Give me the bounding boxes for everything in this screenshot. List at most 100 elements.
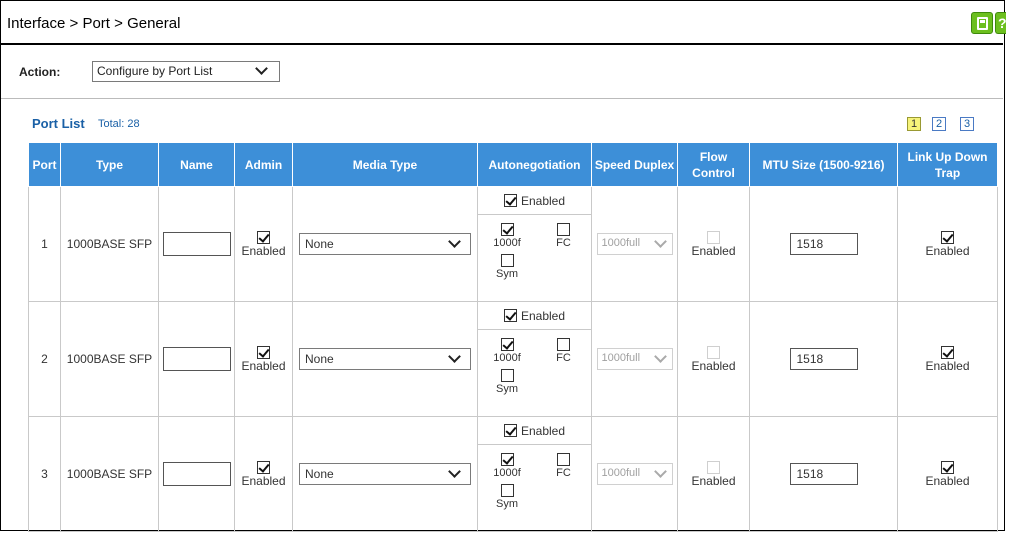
- speed-cell: 1000full: [591, 301, 678, 417]
- action-bar: Action: Configure by Port List: [1, 47, 1003, 97]
- link-trap-checkbox[interactable]: [941, 346, 954, 360]
- admin-checkbox[interactable]: [257, 461, 270, 475]
- mtu-cell: 1518: [749, 416, 898, 532]
- cap-1000f-checkbox[interactable]: [500, 453, 514, 466]
- autoneg-checkbox[interactable]: [503, 309, 517, 322]
- col-port: Port: [28, 142, 61, 187]
- cap-fc-label: FC: [556, 352, 571, 364]
- port-list-title: Port List: [32, 116, 85, 131]
- link-trap-checkbox[interactable]: [941, 231, 954, 245]
- chevron-down-icon: [448, 350, 461, 363]
- flow-cell: Enabled: [677, 416, 750, 532]
- port-type: 1000BASE SFP: [60, 186, 159, 302]
- link-trap-label: Enabled: [925, 244, 970, 259]
- flow-control-checkbox[interactable]: [707, 461, 720, 475]
- page-link-3[interactable]: 3: [960, 117, 974, 131]
- cap-fc-label: FC: [556, 467, 571, 479]
- autoneg-label: Enabled: [520, 193, 566, 208]
- port-name-input[interactable]: [162, 462, 231, 486]
- speed-duplex-value: 1000full: [601, 237, 641, 249]
- speed-duplex-value: 1000full: [601, 467, 641, 479]
- admin-label: Enabled: [241, 359, 286, 374]
- speed-duplex-select[interactable]: 1000full: [596, 233, 673, 255]
- col-autonegotiation: Autonegotiation: [477, 142, 592, 187]
- table-header-row: Port Type Name Admin Media Type Autonego…: [28, 142, 998, 187]
- mtu-input[interactable]: 1518: [789, 463, 858, 485]
- cap-1000f-checkbox[interactable]: [500, 223, 514, 236]
- speed-duplex-select[interactable]: 1000full: [596, 463, 673, 485]
- port-name-input[interactable]: [162, 232, 231, 256]
- port-name-input[interactable]: [162, 347, 231, 371]
- autoneg-checkbox[interactable]: [503, 424, 517, 437]
- page-link-2[interactable]: 2: [932, 117, 946, 131]
- link-trap-checkbox[interactable]: [941, 461, 954, 475]
- cap-fc-checkbox[interactable]: [557, 453, 570, 466]
- flow-control-checkbox[interactable]: [707, 346, 720, 360]
- speed-cell: 1000full: [591, 416, 678, 532]
- cap-fc-checkbox[interactable]: [557, 223, 570, 236]
- help-icon[interactable]: ?: [995, 12, 1006, 34]
- media-type-value: None: [305, 467, 334, 481]
- cap-1000f-label: 1000f: [493, 237, 521, 249]
- admin-checkbox[interactable]: [257, 231, 270, 245]
- table-row: 2 1000BASE SFP Enabled None Enabled 1000…: [28, 301, 998, 417]
- port-name-cell: [158, 301, 235, 417]
- flow-control-checkbox[interactable]: [707, 231, 720, 245]
- port-name-cell: [158, 186, 235, 302]
- admin-cell: Enabled: [234, 301, 293, 417]
- flow-control-label: Enabled: [691, 359, 736, 374]
- trap-cell: Enabled: [897, 186, 998, 302]
- media-type-select[interactable]: None: [299, 348, 471, 370]
- link-trap-label: Enabled: [925, 474, 970, 489]
- col-name: Name: [158, 142, 235, 187]
- col-mtu-size: MTU Size (1500-9216): [749, 142, 898, 187]
- cap-sym-checkbox[interactable]: [500, 254, 514, 267]
- trap-cell: Enabled: [897, 301, 998, 417]
- action-label: Action:: [19, 65, 61, 79]
- cap-1000f-checkbox[interactable]: [500, 338, 514, 351]
- media-cell: None: [292, 301, 478, 417]
- port-type: 1000BASE SFP: [60, 416, 159, 532]
- admin-label: Enabled: [241, 244, 286, 259]
- chevron-down-icon: [255, 62, 268, 75]
- page-link-1[interactable]: 1: [907, 117, 921, 131]
- admin-checkbox[interactable]: [257, 346, 270, 360]
- port-type: 1000BASE SFP: [60, 301, 159, 417]
- chevron-down-icon: [653, 465, 667, 478]
- cap-sym-label: Sym: [496, 383, 518, 395]
- save-icon[interactable]: [971, 12, 993, 34]
- mtu-cell: 1518: [749, 301, 898, 417]
- speed-duplex-select[interactable]: 1000full: [596, 348, 673, 370]
- media-cell: None: [292, 416, 478, 532]
- mtu-cell: 1518: [749, 186, 898, 302]
- table-row: 1 1000BASE SFP Enabled None Enabled 1000…: [28, 186, 998, 302]
- port-number: 1: [28, 186, 61, 302]
- cap-sym-label: Sym: [496, 498, 518, 510]
- media-type-value: None: [305, 352, 334, 366]
- flow-control-label: Enabled: [691, 474, 736, 489]
- mtu-input[interactable]: 1518: [789, 233, 858, 255]
- action-select[interactable]: Configure by Port List: [92, 61, 280, 82]
- trap-cell: Enabled: [897, 416, 998, 532]
- port-name-cell: [158, 416, 235, 532]
- media-type-select[interactable]: None: [299, 233, 471, 255]
- col-link-trap: Link Up Down Trap: [897, 142, 998, 187]
- cap-sym-checkbox[interactable]: [500, 369, 514, 382]
- cap-fc-checkbox[interactable]: [557, 338, 570, 351]
- flow-cell: Enabled: [677, 301, 750, 417]
- cap-1000f-label: 1000f: [493, 467, 521, 479]
- media-type-value: None: [305, 237, 334, 251]
- cap-sym-checkbox[interactable]: [500, 484, 514, 497]
- link-trap-label: Enabled: [925, 359, 970, 374]
- col-media-type: Media Type: [292, 142, 478, 187]
- flow-control-label: Enabled: [691, 244, 736, 259]
- chevron-down-icon: [653, 350, 667, 363]
- cap-sym-label: Sym: [496, 268, 518, 280]
- mtu-input[interactable]: 1518: [789, 348, 858, 370]
- autoneg-cell: Enabled 1000f Sym FC: [477, 186, 592, 302]
- col-type: Type: [60, 142, 159, 187]
- media-type-select[interactable]: None: [299, 463, 471, 485]
- autoneg-checkbox[interactable]: [503, 194, 517, 207]
- chevron-down-icon: [653, 235, 667, 248]
- title-divider: [1, 43, 1003, 45]
